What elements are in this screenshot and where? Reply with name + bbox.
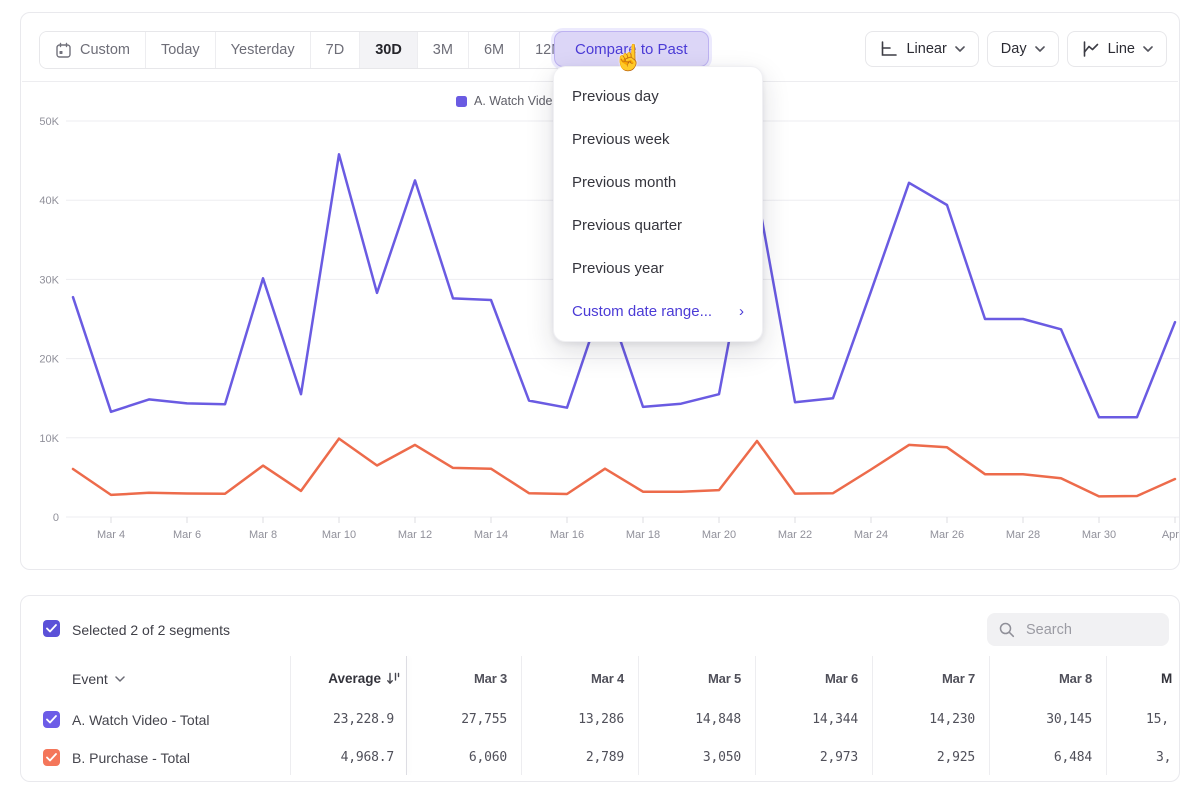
row-b-value: 2,789 (514, 750, 624, 765)
column-header-mar5: Mar 5 (631, 671, 741, 686)
segments-table-card: Selected 2 of 2 segments Event Average M… (20, 595, 1180, 782)
svg-text:20K: 20K (39, 354, 59, 366)
row-a-value: 13,286 (514, 712, 624, 727)
column-header-average[interactable]: Average (266, 671, 400, 686)
column-header-event[interactable]: Event (72, 671, 125, 687)
cursor-hand-icon: ☝ (613, 44, 644, 73)
column-header-mar7: Mar 7 (865, 671, 975, 686)
svg-text:Mar 20: Mar 20 (702, 529, 736, 541)
checkmark-icon (46, 624, 57, 633)
chart-type-dropdown[interactable]: Line (1067, 31, 1167, 67)
row-b-checkbox[interactable] (43, 749, 60, 766)
svg-text:30K: 30K (39, 274, 59, 286)
svg-text:0: 0 (53, 512, 59, 524)
row-b-value: 2,973 (748, 750, 858, 765)
row-a-value: 14,230 (865, 712, 975, 727)
svg-text:50K: 50K (39, 116, 59, 128)
select-all-checkbox[interactable] (43, 620, 60, 637)
svg-text:Mar 24: Mar 24 (854, 529, 888, 541)
select-all-label: Selected 2 of 2 segments (72, 622, 230, 638)
row-a-value-partial: 15, (1146, 712, 1169, 727)
menu-item-previous-week[interactable]: Previous week (554, 118, 762, 161)
search-icon (999, 622, 1015, 638)
calendar-icon (55, 42, 72, 59)
svg-text:Mar 4: Mar 4 (97, 529, 125, 541)
chevron-down-icon (955, 46, 965, 52)
row-b-value-partial: 3, (1156, 750, 1171, 765)
column-divider (1106, 656, 1107, 775)
date-range-3m[interactable]: 3M (418, 32, 469, 68)
compare-to-past-menu: Previous day Previous week Previous mont… (553, 66, 763, 342)
row-b-value: 6,060 (397, 750, 507, 765)
svg-text:40K: 40K (39, 195, 59, 207)
svg-text:Mar 6: Mar 6 (173, 529, 201, 541)
chevron-down-icon (1035, 46, 1045, 52)
row-a-label: A. Watch Video - Total (72, 712, 209, 728)
column-header-mar4: Mar 4 (514, 671, 624, 686)
row-a-value: 30,145 (982, 712, 1092, 727)
svg-text:Mar 30: Mar 30 (1082, 529, 1116, 541)
linear-scale-icon (879, 41, 898, 57)
row-a-average: 23,228.9 (284, 712, 394, 727)
date-range-7d[interactable]: 7D (311, 32, 361, 68)
checkmark-icon (46, 753, 57, 762)
svg-text:Mar 16: Mar 16 (550, 529, 584, 541)
menu-item-previous-year[interactable]: Previous year (554, 247, 762, 290)
chart-display-controls: Linear Day Line (865, 31, 1167, 67)
menu-item-custom-date-range[interactable]: Custom date range... › (554, 290, 762, 333)
row-a-value: 14,344 (748, 712, 858, 727)
svg-text:10K: 10K (39, 433, 59, 445)
row-b-value: 2,925 (865, 750, 975, 765)
search-box (987, 613, 1169, 646)
svg-text:Mar 28: Mar 28 (1006, 529, 1040, 541)
svg-text:Mar 14: Mar 14 (474, 529, 508, 541)
date-range-label: Custom (80, 42, 130, 58)
column-header-mar8: Mar 8 (982, 671, 1092, 686)
chevron-down-icon (1143, 46, 1153, 52)
date-range-control: Custom Today Yesterday 7D 30D 3M 6M 12M (39, 31, 579, 69)
row-a-value: 27,755 (397, 712, 507, 727)
interval-dropdown[interactable]: Day (987, 31, 1059, 67)
column-header-partial: M (1161, 671, 1172, 686)
checkmark-icon (46, 715, 57, 724)
chevron-right-icon: › (739, 303, 744, 320)
menu-item-previous-day[interactable]: Previous day (554, 75, 762, 118)
menu-item-previous-month[interactable]: Previous month (554, 161, 762, 204)
date-range-30d-selected[interactable]: 30D (360, 32, 418, 68)
svg-text:Mar 8: Mar 8 (249, 529, 277, 541)
date-range-today[interactable]: Today (146, 32, 216, 68)
date-range-6m[interactable]: 6M (469, 32, 520, 68)
row-b-value: 3,050 (631, 750, 741, 765)
svg-text:Mar 26: Mar 26 (930, 529, 964, 541)
row-b-value: 6,484 (982, 750, 1092, 765)
row-a-value: 14,848 (631, 712, 741, 727)
svg-text:Mar 22: Mar 22 (778, 529, 812, 541)
row-b-average: 4,968.7 (284, 750, 394, 765)
svg-text:Mar 12: Mar 12 (398, 529, 432, 541)
scale-dropdown[interactable]: Linear (865, 31, 978, 67)
svg-text:Mar 10: Mar 10 (322, 529, 356, 541)
svg-text:Apr 1: Apr 1 (1162, 529, 1181, 541)
svg-text:Mar 18: Mar 18 (626, 529, 660, 541)
date-range-yesterday[interactable]: Yesterday (216, 32, 311, 68)
column-header-mar3: Mar 3 (397, 671, 507, 686)
line-chart-icon (1081, 41, 1100, 57)
chevron-down-icon (115, 676, 125, 682)
row-a-checkbox[interactable] (43, 711, 60, 728)
row-b-label: B. Purchase - Total (72, 750, 190, 766)
menu-item-previous-quarter[interactable]: Previous quarter (554, 204, 762, 247)
search-input[interactable] (1024, 621, 1148, 639)
column-header-mar6: Mar 6 (748, 671, 858, 686)
date-range-custom[interactable]: Custom (40, 32, 146, 68)
